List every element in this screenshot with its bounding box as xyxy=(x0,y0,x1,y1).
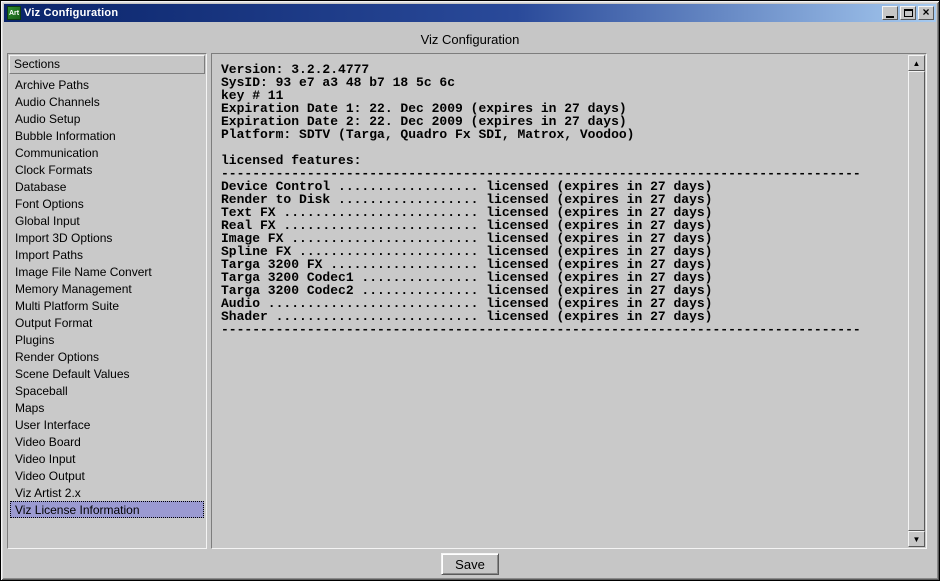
viz-app-icon: Art xyxy=(7,6,21,20)
sidebar-item[interactable]: Font Options xyxy=(10,195,204,212)
minimize-button[interactable] xyxy=(882,6,898,20)
sidebar-item[interactable]: Multi Platform Suite xyxy=(10,297,204,314)
viz-configuration-window: Art Viz Configuration × Viz Configuratio… xyxy=(0,0,940,581)
sidebar-item[interactable]: Scene Default Values xyxy=(10,365,204,382)
arrow-down-icon: ▼ xyxy=(913,535,921,544)
sidebar-item[interactable]: Render Options xyxy=(10,348,204,365)
viz-app-icon-text: Art xyxy=(9,10,19,17)
sidebar-item[interactable]: Viz Artist 2.x xyxy=(10,484,204,501)
arrow-up-icon: ▲ xyxy=(913,59,921,68)
sidebar-item[interactable]: Output Format xyxy=(10,314,204,331)
license-text: Version: 3.2.2.4777 SysID: 93 e7 a3 48 b… xyxy=(221,63,904,544)
scrollbar-thumb[interactable] xyxy=(908,71,925,531)
sidebar-item[interactable]: Viz License Information xyxy=(10,501,204,518)
sidebar-item[interactable]: Database xyxy=(10,178,204,195)
scrollbar-track[interactable] xyxy=(908,71,925,531)
sidebar-item[interactable]: Archive Paths xyxy=(10,76,204,93)
sidebar-item[interactable]: Clock Formats xyxy=(10,161,204,178)
sidebar-item[interactable]: Global Input xyxy=(10,212,204,229)
sidebar-item[interactable]: User Interface xyxy=(10,416,204,433)
sidebar-item[interactable]: Video Board xyxy=(10,433,204,450)
scroll-down-button[interactable]: ▼ xyxy=(908,531,925,547)
maximize-icon xyxy=(904,9,913,17)
sidebar-item[interactable]: Import 3D Options xyxy=(10,229,204,246)
close-icon: × xyxy=(922,6,929,18)
window-title: Viz Configuration xyxy=(24,7,882,19)
sidebar-item[interactable]: Maps xyxy=(10,399,204,416)
content-scrollbar[interactable]: ▲ ▼ xyxy=(908,55,925,547)
scroll-up-button[interactable]: ▲ xyxy=(908,55,925,71)
sidebar-item[interactable]: Bubble Information xyxy=(10,127,204,144)
sidebar-item[interactable]: Video Output xyxy=(10,467,204,484)
maximize-button[interactable] xyxy=(900,6,916,20)
minimize-icon xyxy=(886,16,894,18)
titlebar-buttons: × xyxy=(882,6,934,20)
sidebar-item[interactable]: Audio Channels xyxy=(10,93,204,110)
sections-header: Sections xyxy=(9,55,205,74)
sidebar-item[interactable]: Memory Management xyxy=(10,280,204,297)
titlebar[interactable]: Art Viz Configuration × xyxy=(4,4,936,22)
close-button[interactable]: × xyxy=(918,6,934,20)
sidebar-item[interactable]: Import Paths xyxy=(10,246,204,263)
sidebar-item[interactable]: Image File Name Convert xyxy=(10,263,204,280)
sidebar-item[interactable]: Plugins xyxy=(10,331,204,348)
sidebar-item[interactable]: Spaceball xyxy=(10,382,204,399)
sidebar-item[interactable]: Audio Setup xyxy=(10,110,204,127)
save-button[interactable]: Save xyxy=(441,553,499,575)
license-info-panel: Version: 3.2.2.4777 SysID: 93 e7 a3 48 b… xyxy=(211,53,927,549)
sidebar-item[interactable]: Communication xyxy=(10,144,204,161)
sections-panel: Sections Archive PathsAudio ChannelsAudi… xyxy=(7,53,207,549)
page-title: Viz Configuration xyxy=(1,32,939,47)
sections-list: Archive PathsAudio ChannelsAudio SetupBu… xyxy=(8,76,206,518)
sidebar-item[interactable]: Video Input xyxy=(10,450,204,467)
